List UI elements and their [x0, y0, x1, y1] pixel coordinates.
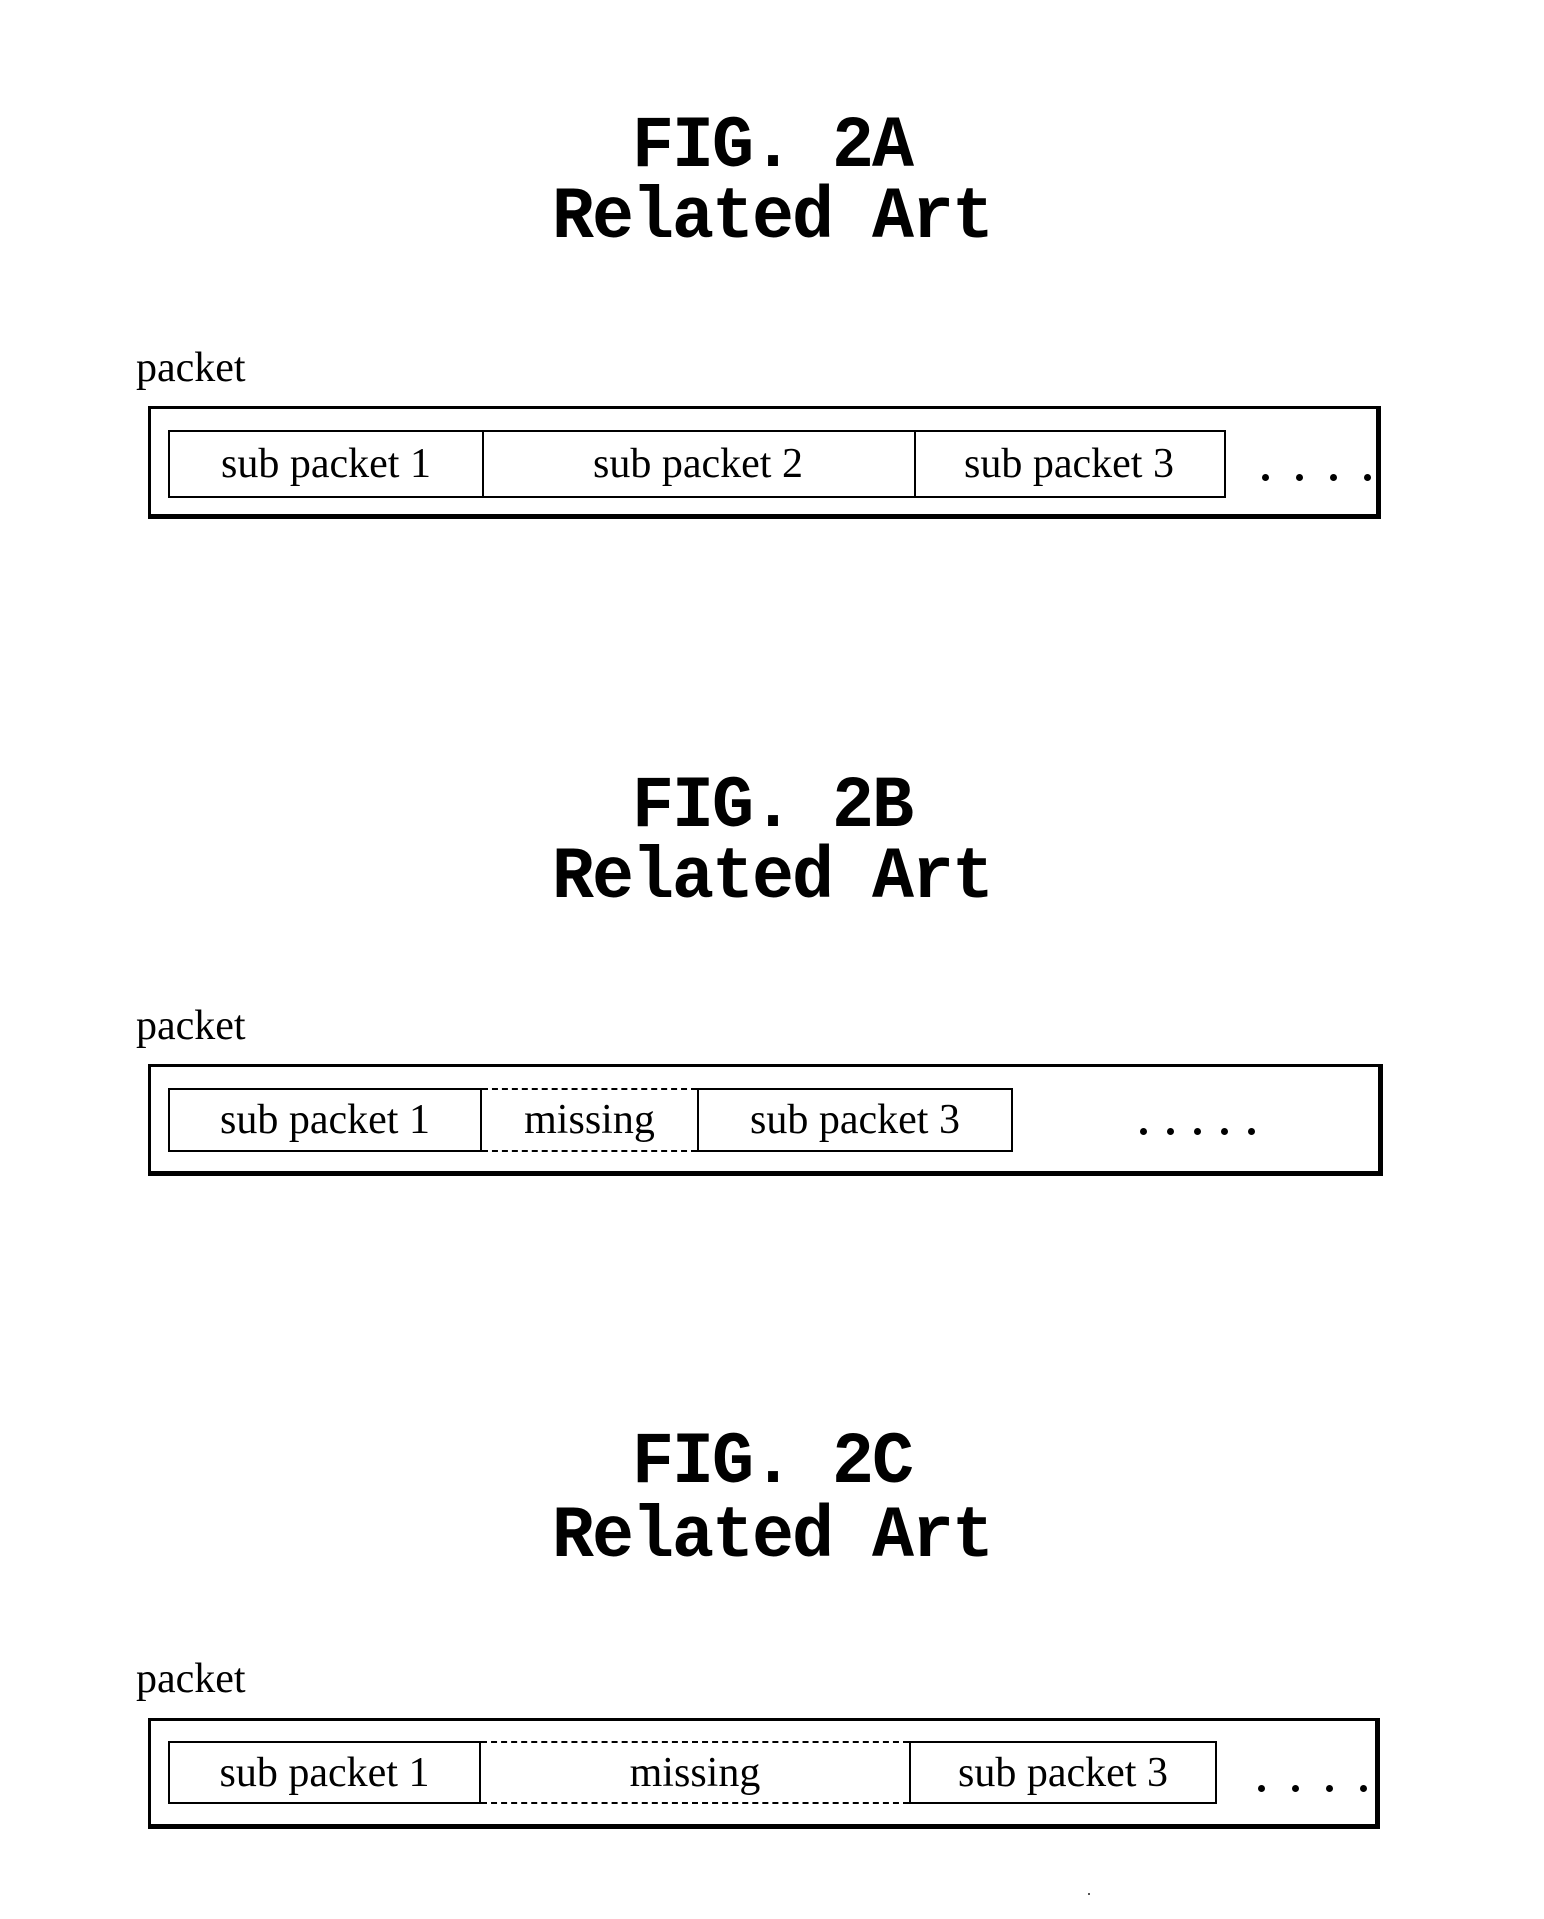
packet-label: packet: [136, 1003, 246, 1049]
sub-packet-3-cell: sub packet 3: [697, 1088, 1013, 1152]
ellipsis-dot: [1326, 1785, 1333, 1792]
ellipsis-dot: [1292, 1785, 1299, 1792]
ellipsis-dot: [1364, 474, 1371, 481]
missing-cell: missing: [481, 1741, 909, 1804]
figure-subtitle: Related Art: [551, 1496, 994, 1579]
ellipsis-dot: [1258, 1785, 1265, 1792]
figure-title: FIG. 2C: [631, 1422, 914, 1505]
scan-speck: [1088, 1893, 1090, 1895]
figure-subtitle: Related Art: [551, 177, 994, 260]
ellipsis-dot: [1194, 1128, 1201, 1135]
sub-packet-3-cell: sub packet 3: [914, 430, 1226, 498]
ellipsis-dot: [1330, 474, 1337, 481]
ellipsis-dot: [1360, 1785, 1367, 1792]
figure-title: FIG. 2B: [631, 766, 914, 849]
ellipsis-dot: [1140, 1128, 1147, 1135]
packet-label: packet: [136, 345, 246, 391]
ellipsis-dot: [1167, 1128, 1174, 1135]
ellipsis-dot: [1248, 1128, 1255, 1135]
ellipsis-dot: [1296, 474, 1303, 481]
sub-packet-1-cell: sub packet 1: [168, 430, 484, 498]
ellipsis-dots: [1262, 458, 1398, 481]
missing-cell: missing: [482, 1088, 697, 1152]
sub-packet-1-cell: sub packet 1: [168, 1741, 481, 1804]
packet-label: packet: [136, 1656, 246, 1702]
sub-packet-2-cell: sub packet 2: [482, 430, 916, 498]
ellipsis-dot: [1262, 474, 1269, 481]
sub-packet-3-cell: sub packet 3: [909, 1741, 1217, 1804]
figure-subtitle: Related Art: [551, 837, 994, 920]
ellipsis-dots: [1258, 1769, 1394, 1792]
ellipsis-dots: [1140, 1112, 1275, 1135]
ellipsis-dot: [1221, 1128, 1228, 1135]
sub-packet-1-cell: sub packet 1: [168, 1088, 482, 1152]
figure-title: FIG. 2A: [631, 106, 914, 189]
